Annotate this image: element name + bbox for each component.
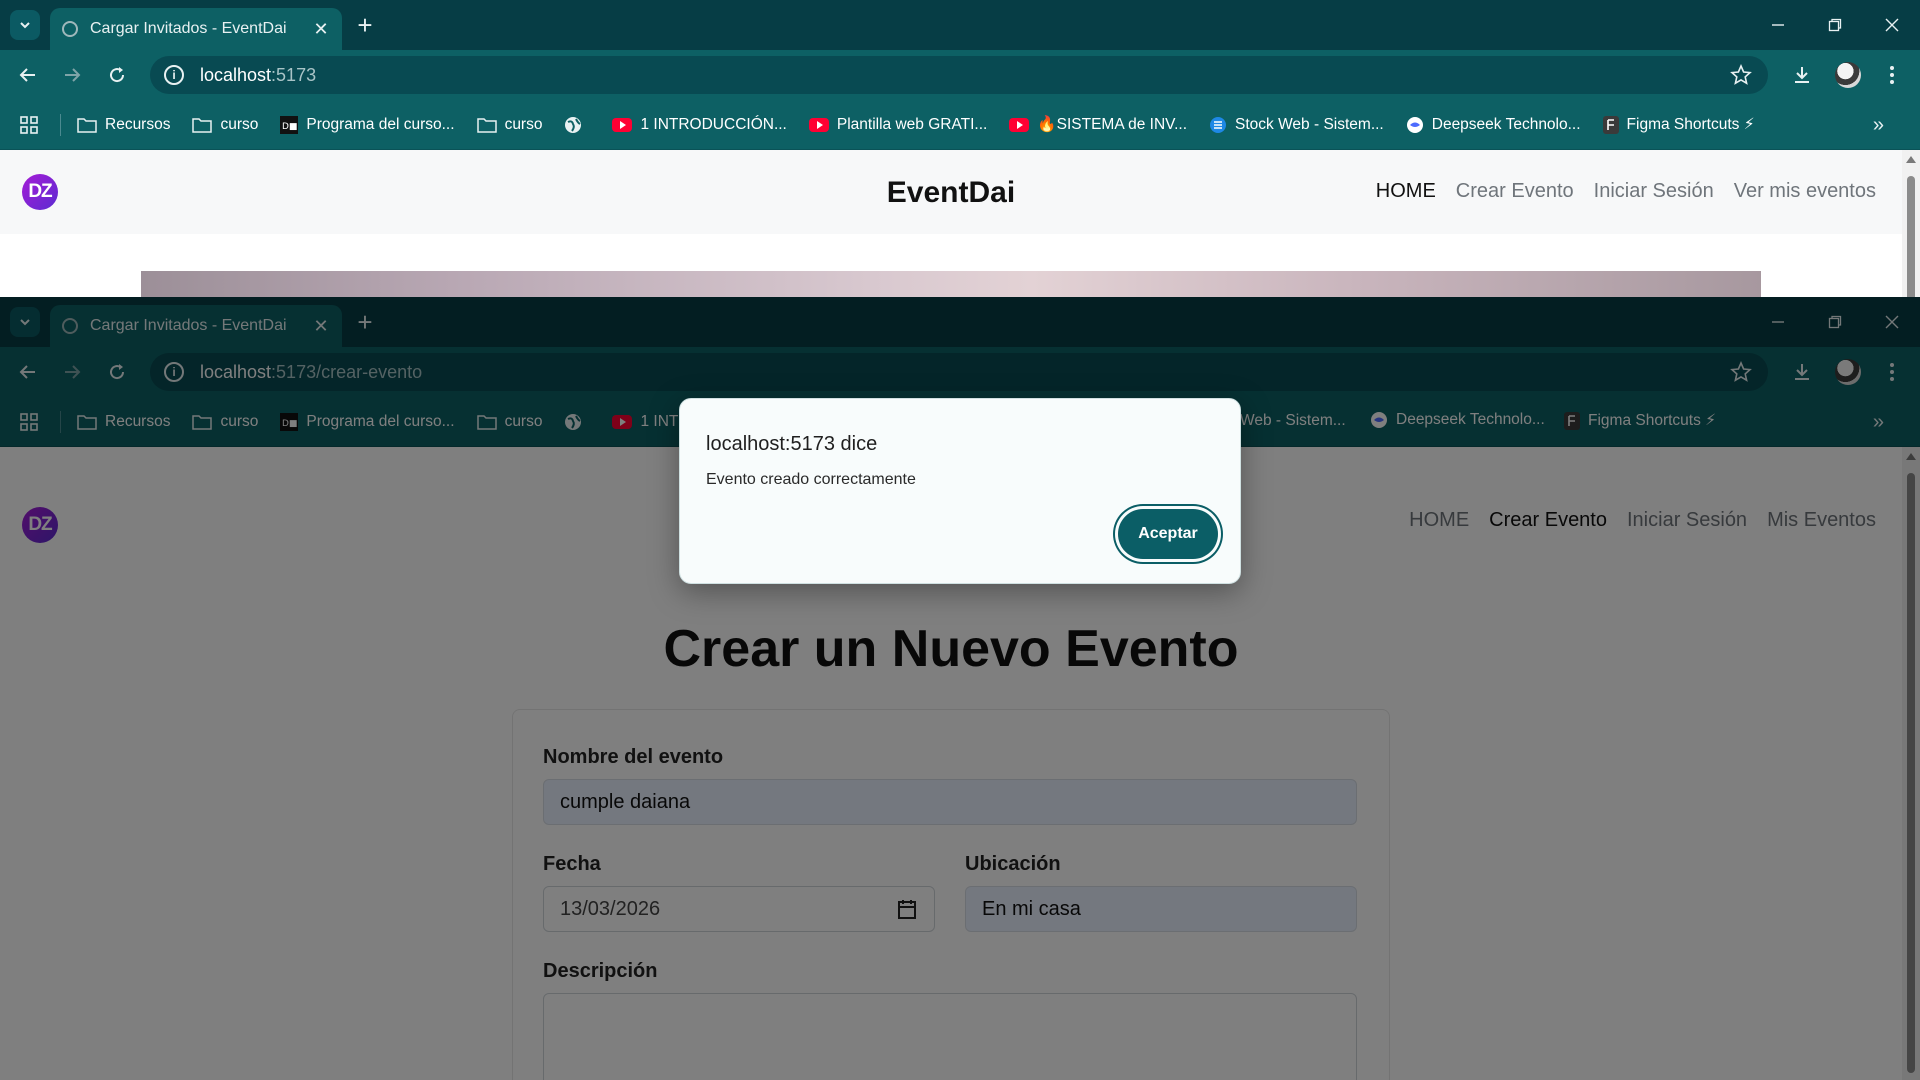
more-vertical-icon [1890,66,1894,84]
bookmark-label: 1 INTRODUCCIÓN... [640,115,787,133]
bookmarks-separator [60,113,61,136]
menu-button[interactable] [1878,61,1906,89]
nav-crear-evento[interactable]: Crear Evento [1456,180,1574,203]
reload-icon [110,67,125,83]
avatar [1835,62,1861,88]
browser-toolbar: i localhost:5173 [0,50,1920,100]
tab-search-button[interactable] [10,10,40,40]
bookmark-item[interactable]: Stock Web - Sistem... [1209,116,1384,134]
bookmark-label: Figma Shortcuts ⚡ [1626,116,1755,133]
back-arrow-icon [19,68,35,82]
nav-iniciar-sesion[interactable]: Iniciar Sesión [1594,180,1714,203]
bookmark-label: Programa del curso... [306,115,455,133]
forward-button[interactable] [58,61,86,89]
bookmark-label: Stock Web - Sistem... [1235,115,1384,133]
minimize-icon [1772,24,1784,26]
deepseek-icon [1406,116,1424,134]
bookmark-label: curso [504,115,543,133]
close-tab-icon[interactable]: ✕ [312,19,330,40]
bookmark-item[interactable]: Recursos [77,116,170,134]
back-button[interactable] [14,61,42,89]
nav-home[interactable]: HOME [1376,180,1436,203]
dialog-message: Evento creado correctamente [706,471,916,488]
site-info-icon[interactable]: i [164,65,184,85]
bookmark-item[interactable] [564,116,590,134]
youtube-icon [1009,117,1030,132]
globe-icon [564,116,582,134]
url-path: :5173 [271,64,317,85]
restore-button[interactable] [1807,0,1863,50]
nav-ver-mis-eventos[interactable]: Ver mis eventos [1734,180,1876,203]
forward-arrow-icon [65,68,81,82]
youtube-icon [612,117,633,132]
bookmark-item[interactable]: Deepseek Technolo... [1406,116,1581,134]
downloads-button[interactable] [1788,61,1816,89]
bookmarks-bar: Recursos curso D■ Programa del curso... c… [0,100,1920,150]
browser-window-top: Cargar Invitados - EventDai ✕ + i localh… [0,0,1920,297]
dh-icon: D■ [280,115,299,134]
page-viewport-top: DZ EventDai HOME Crear Evento Iniciar Se… [0,150,1920,297]
close-icon [1885,18,1899,32]
restore-icon [1828,18,1842,32]
figma-icon [1602,115,1619,134]
browser-tab[interactable]: Cargar Invitados - EventDai ✕ [50,8,342,50]
bookmark-item[interactable]: curso [192,116,258,134]
stock-icon [1209,116,1227,134]
aceptar-button[interactable]: Aceptar [1118,509,1218,559]
tab-title: Cargar Invitados - EventDai [90,20,287,37]
scrollbar-thumb[interactable] [1907,176,1915,297]
apps-grid-icon [20,115,38,134]
apps-button[interactable] [20,115,38,134]
url-host: localhost [200,64,272,85]
scrollbar[interactable] [1902,150,1920,297]
chevron-down-icon [20,22,30,29]
bookmark-label: Recursos [105,115,171,133]
folder-icon [192,117,213,133]
more-bookmarks-icon[interactable]: » [1873,114,1884,137]
reload-button[interactable] [103,61,131,89]
bookmark-item[interactable]: Figma Shortcuts ⚡ [1602,115,1755,134]
minimize-button[interactable] [1750,0,1806,50]
bookmark-label: 🔥SISTEMA de INV... [1037,116,1188,133]
youtube-icon [808,117,829,132]
address-bar[interactable]: i localhost:5173 [150,56,1768,94]
globe-favicon-icon [62,21,78,37]
bookmark-item[interactable]: 🔥SISTEMA de INV... [1009,115,1187,134]
bookmark-item[interactable]: Plantilla web GRATI... [808,115,988,134]
bookmark-item[interactable]: curso [476,115,543,134]
folder-icon [77,117,97,133]
new-tab-button[interactable]: + [352,12,378,38]
svg-text:D■: D■ [282,122,297,132]
alert-dialog: localhost:5173 dice Evento creado correc… [679,398,1241,584]
scroll-up-icon[interactable] [1906,156,1916,163]
profile-button[interactable] [1834,61,1862,89]
site-nav: HOME Crear Evento Iniciar Sesión Ver mis… [1376,180,1876,203]
bookmark-label: Deepseek Technolo... [1431,115,1581,133]
download-icon [1795,67,1809,83]
dialog-title: localhost:5173 dice [706,433,878,455]
site-header: DZ EventDai HOME Crear Evento Iniciar Se… [0,150,1902,234]
bookmark-label: Plantilla web GRATI... [836,115,988,133]
bookmark-label: curso [220,115,259,133]
title-bar: Cargar Invitados - EventDai ✕ + [0,0,1920,50]
folder-icon [476,117,497,133]
bookmark-star-icon[interactable] [1730,64,1752,86]
hero-image [141,271,1761,297]
bookmark-item[interactable]: 1 INTRODUCCIÓN... [612,115,787,134]
close-window-button[interactable] [1864,0,1920,50]
bookmark-item[interactable]: D■ Programa del curso... [280,115,455,134]
